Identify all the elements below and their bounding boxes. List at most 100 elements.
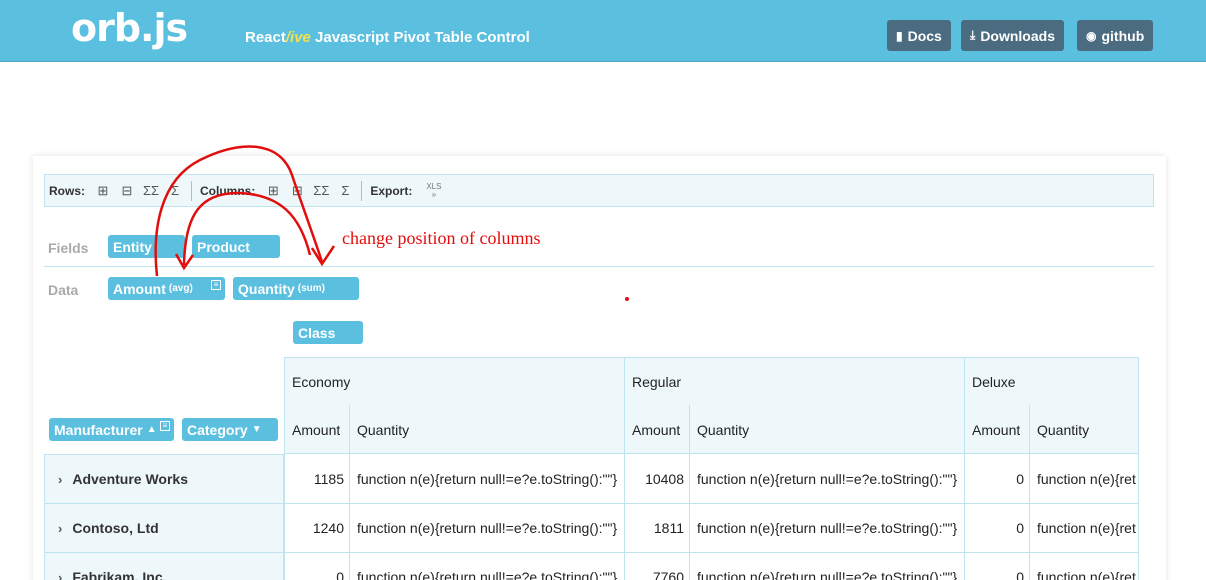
- field-button-entity[interactable]: Entity: [108, 235, 185, 258]
- expand-chevron-icon[interactable]: ›: [58, 570, 62, 580]
- data-field-quantity[interactable]: Quantity (sum): [233, 277, 359, 300]
- grid-line: [349, 454, 350, 580]
- subtotals-icon[interactable]: ΣΣ: [139, 183, 163, 198]
- measure-header: Amount: [292, 422, 341, 438]
- field-label: Product: [197, 238, 250, 255]
- tagline: React/ive Javascript Pivot Table Control: [245, 29, 530, 46]
- amount-cell: 1240: [312, 520, 344, 536]
- filter-icon[interactable]: ≡: [211, 280, 221, 290]
- measure-header: Quantity: [357, 422, 410, 438]
- annotation-text: change position of columns: [342, 228, 541, 248]
- grand-total-icon[interactable]: Σ: [333, 183, 357, 198]
- toolbar-divider: [361, 180, 363, 201]
- measure-header: Amount: [972, 422, 1021, 438]
- column-group-header[interactable]: Economy: [292, 374, 350, 390]
- downloads-label: Downloads: [980, 27, 1055, 44]
- quantity-cell: function n(e){ret: [1037, 520, 1136, 536]
- column-divider: [1029, 405, 1030, 454]
- quantity-cell: function n(e){return null!=e?e.toString(…: [357, 520, 618, 536]
- amount-cell: 0: [1016, 520, 1024, 536]
- grid-line: [1029, 454, 1030, 580]
- grand-total-icon[interactable]: Σ: [163, 183, 187, 198]
- sort-desc-icon: ▼: [251, 424, 262, 435]
- tagline-highlight: /ive: [285, 29, 311, 46]
- github-button[interactable]: ◉ github: [1077, 20, 1154, 51]
- row-label: Fabrikam, Inc.: [72, 569, 167, 580]
- column-group-header[interactable]: Deluxe: [972, 374, 1016, 390]
- xls-label: XLS: [426, 181, 442, 191]
- amount-cell: 1811: [653, 520, 684, 536]
- github-icon: ◉: [1086, 28, 1097, 43]
- annotation-dot: [625, 297, 629, 301]
- grid-line: [284, 552, 1139, 553]
- quantity-cell: function n(e){return null!=e?e.toString(…: [697, 471, 958, 487]
- amount-cell: 10408: [645, 471, 684, 487]
- export-toolbar-label: Export:: [370, 183, 413, 198]
- pivot-panel: Rows: ⊞ ⊟ ΣΣ Σ Columns: ⊞ ⊟ ΣΣ Σ Export:…: [33, 156, 1166, 580]
- top-navbar: orb.js React/ive Javascript Pivot Table …: [0, 0, 1206, 62]
- tagline-prefix: React: [245, 29, 286, 46]
- aggregate-label: (avg): [168, 283, 193, 294]
- quantity-cell: function n(e){ret: [1037, 471, 1136, 487]
- fields-zone-label: Fields: [48, 240, 89, 256]
- expand-all-icon[interactable]: ⊞: [261, 183, 285, 199]
- field-label: Manufacturer: [54, 421, 143, 438]
- row-field-manufacturer[interactable]: Manufacturer ▲ ≡: [49, 418, 174, 441]
- grid-line: [1138, 454, 1139, 580]
- field-label: Quantity: [238, 280, 295, 297]
- field-label: Class: [298, 324, 336, 341]
- logo[interactable]: orb.js: [71, 6, 188, 50]
- docs-label: Docs: [907, 27, 942, 44]
- column-divider: [349, 405, 350, 454]
- quantity-cell: function n(e){return null!=e?e.toString(…: [697, 569, 958, 580]
- field-label: Entity: [113, 238, 152, 255]
- amount-cell: 0: [1016, 569, 1024, 580]
- columns-toolbar-label: Columns:: [200, 183, 256, 198]
- decorative-dot: [687, 56, 691, 60]
- collapse-all-icon[interactable]: ⊟: [285, 183, 309, 199]
- book-icon: ▮: [896, 28, 903, 43]
- quantity-cell: function n(e){return null!=e?e.toString(…: [697, 520, 958, 536]
- export-xls-button[interactable]: XLS»: [426, 181, 442, 199]
- tagline-suffix: Javascript Pivot Table Control: [310, 29, 530, 46]
- measure-header: Quantity: [1037, 422, 1090, 438]
- column-field-class[interactable]: Class: [293, 321, 363, 344]
- expand-chevron-icon[interactable]: ›: [58, 521, 62, 536]
- column-divider: [964, 357, 965, 454]
- quantity-cell: function n(e){return null!=e?e.toString(…: [357, 471, 618, 487]
- expand-all-icon[interactable]: ⊞: [91, 183, 115, 199]
- column-divider: [624, 357, 625, 454]
- row-field-category[interactable]: Category ▼: [182, 418, 278, 441]
- row-label: Contoso, Ltd: [72, 520, 159, 536]
- sort-asc-icon: ▲: [146, 424, 157, 435]
- data-field-amount[interactable]: Amount (avg) ≡: [108, 277, 225, 300]
- pivot-toolbar: Rows: ⊞ ⊟ ΣΣ Σ Columns: ⊞ ⊟ ΣΣ Σ Export:…: [44, 174, 1154, 207]
- field-button-product[interactable]: Product: [192, 235, 280, 258]
- column-divider: [689, 405, 690, 454]
- zone-divider: [44, 266, 1154, 267]
- toolbar-divider: [191, 180, 192, 201]
- column-header-area: [284, 357, 1139, 454]
- download-icon: ⤓: [970, 28, 976, 42]
- filter-icon[interactable]: ≡: [160, 421, 170, 431]
- subtotals-icon[interactable]: ΣΣ: [309, 183, 333, 198]
- row-header[interactable]: › Contoso, Ltd: [44, 503, 284, 553]
- amount-cell: 0: [336, 569, 344, 580]
- amount-cell: 0: [1016, 471, 1024, 487]
- rows-toolbar-label: Rows:: [49, 183, 85, 198]
- field-label: Category: [187, 421, 248, 438]
- docs-button[interactable]: ▮ Docs: [887, 20, 951, 51]
- data-zone-label: Data: [48, 282, 79, 298]
- quantity-cell: function n(e){ret: [1037, 569, 1136, 580]
- column-group-header[interactable]: Regular: [632, 374, 681, 390]
- collapse-all-icon[interactable]: ⊟: [115, 183, 139, 199]
- expand-chevron-icon[interactable]: ›: [58, 472, 62, 487]
- measure-header: Quantity: [697, 422, 750, 438]
- row-header[interactable]: › Fabrikam, Inc.: [44, 552, 284, 580]
- row-header[interactable]: › Adventure Works: [44, 454, 284, 504]
- measure-header: Amount: [632, 422, 681, 438]
- grid-line: [689, 454, 690, 580]
- amount-cell: 7760: [652, 569, 684, 580]
- downloads-button[interactable]: ⤓ Downloads: [961, 20, 1064, 51]
- quantity-cell: function n(e){return null!=e?e.toString(…: [357, 569, 618, 580]
